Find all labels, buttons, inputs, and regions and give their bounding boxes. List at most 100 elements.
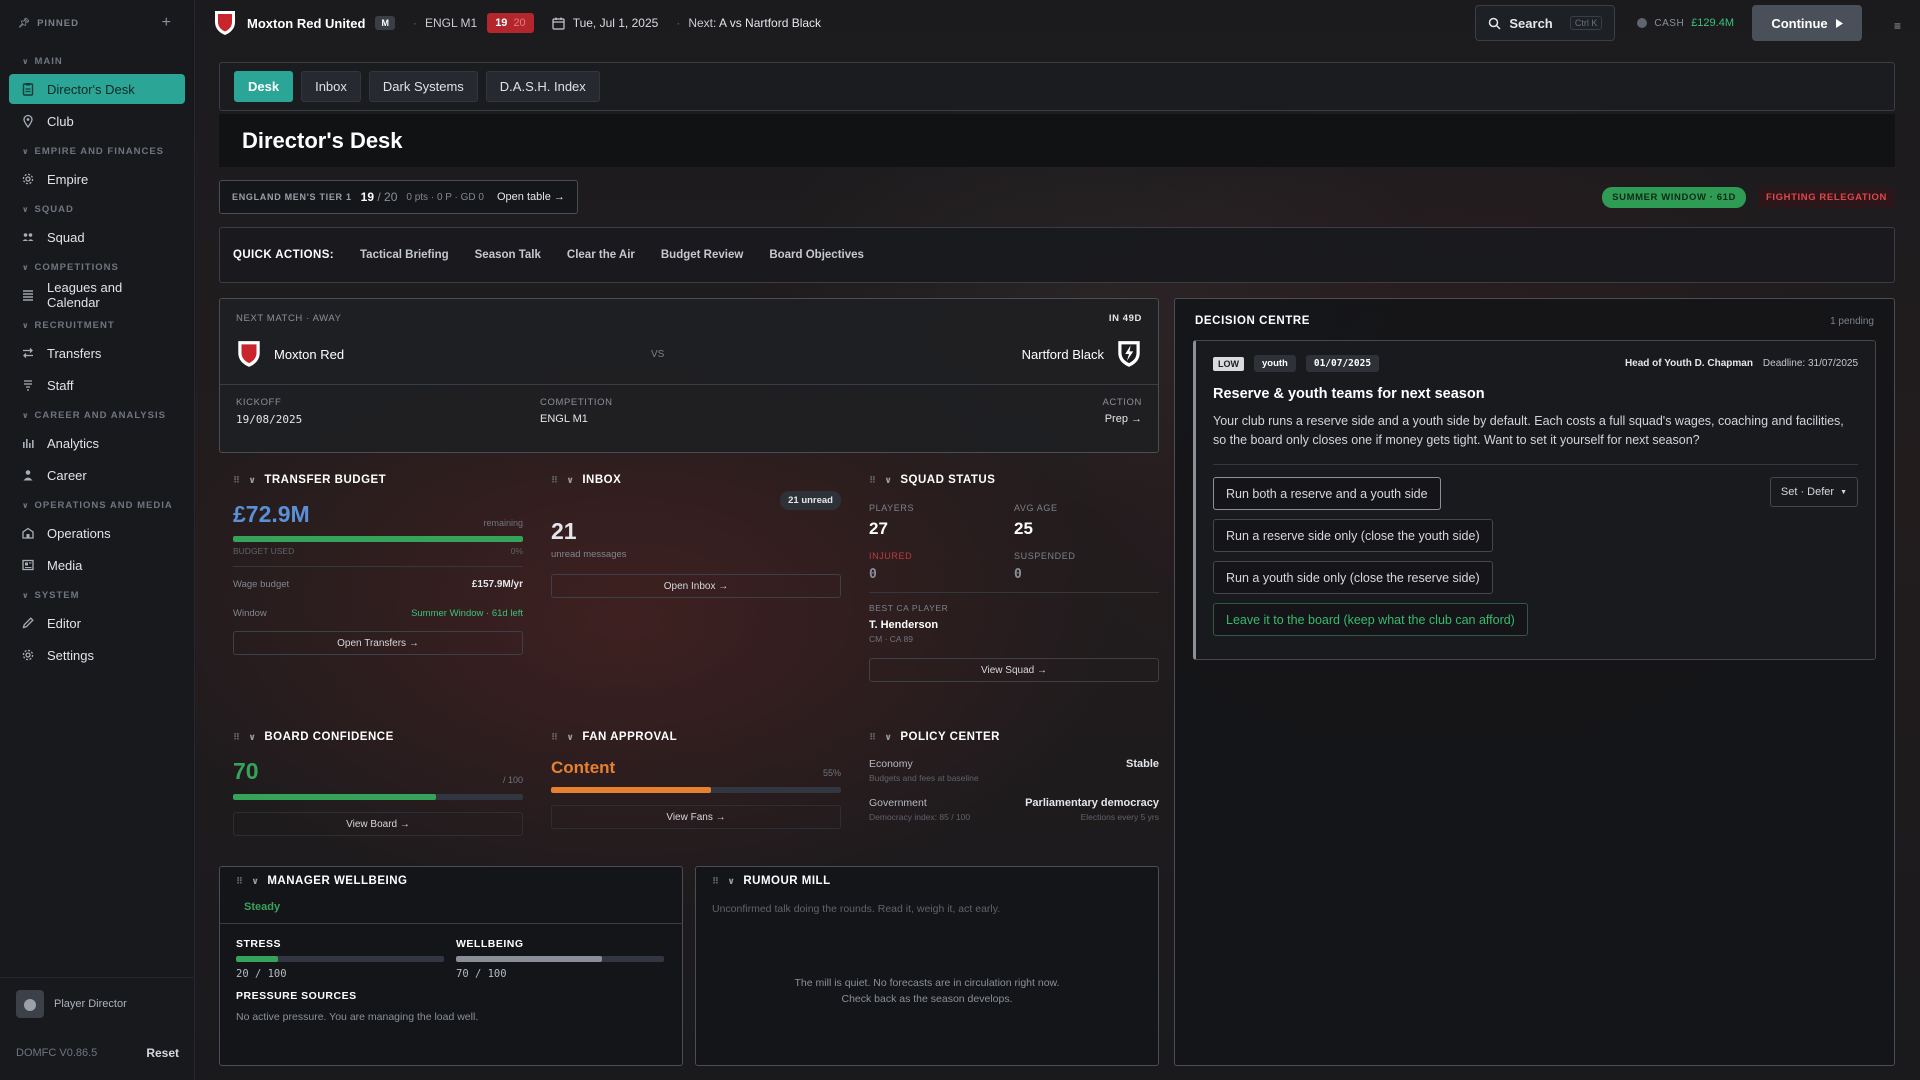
drag-handle-icon[interactable]: ⠿	[236, 876, 244, 887]
drag-handle-icon[interactable]: ⠿	[233, 475, 241, 486]
section-header[interactable]: ∨ OPERATIONS AND MEDIA	[0, 494, 194, 516]
drag-handle-icon[interactable]: ⠿	[233, 732, 241, 743]
sidebar-item-directors-desk[interactable]: Director's Desk	[9, 74, 185, 104]
chevron-down-icon[interactable]: ∨	[885, 475, 893, 486]
coin-icon	[1637, 18, 1648, 28]
sidebar-item-leagues-calendar[interactable]: Leagues and Calendar	[9, 280, 185, 310]
section-label: RECRUITMENT	[34, 319, 115, 331]
quick-action-tactical-briefing[interactable]: Tactical Briefing	[360, 249, 449, 261]
prep-link[interactable]: Prep →	[1103, 413, 1142, 425]
decision-subject: Reserve & youth teams for next season	[1213, 386, 1485, 402]
category-tag: youth	[1254, 355, 1296, 372]
open-transfers-button[interactable]: Open Transfers →	[233, 631, 523, 655]
best-player-meta: CM · CA 89	[869, 634, 913, 644]
decision-centre: DECISION CENTRE 1 pending LOW youth 01/0…	[1174, 298, 1895, 1066]
tab-dash-index[interactable]: D.A.S.H. Index	[485, 71, 600, 102]
current-date: Tue, Jul 1, 2025	[552, 16, 659, 30]
sidebar-item-editor[interactable]: Editor	[9, 608, 185, 638]
tab-dark-systems[interactable]: Dark Systems	[368, 71, 478, 102]
chevron-down-icon[interactable]: ∨	[885, 732, 893, 743]
drag-handle-icon[interactable]: ⠿	[551, 475, 559, 486]
option-both-sides[interactable]: Run both a reserve and a youth side	[1213, 477, 1441, 510]
option-youth-only[interactable]: Run a youth side only (close the reserve…	[1213, 561, 1493, 594]
chevron-down-icon[interactable]: ∨	[567, 475, 575, 486]
chevron-down-icon[interactable]: ∨	[249, 475, 257, 486]
best-player-name[interactable]: T. Henderson	[869, 619, 1159, 631]
sidebar-item-staff[interactable]: Staff	[9, 370, 185, 400]
sidebar-item-label: Staff	[47, 377, 74, 393]
set-defer-dropdown[interactable]: Set · Defer ▼	[1769, 477, 1858, 507]
section-header[interactable]: ∨ EMPIRE AND FINANCES	[0, 140, 194, 162]
position-value: 19	[495, 17, 508, 29]
option-leave-to-board[interactable]: Leave it to the board (keep what the clu…	[1213, 603, 1528, 636]
continue-button[interactable]: Continue	[1752, 5, 1862, 41]
club-crest-icon	[215, 11, 235, 35]
quick-action-clear-the-air[interactable]: Clear the Air	[567, 249, 635, 261]
separator: ·	[676, 16, 681, 30]
view-squad-button[interactable]: View Squad →	[869, 658, 1159, 682]
fan-approval-status: Content	[551, 758, 616, 777]
sidebar-item-settings[interactable]: Settings	[9, 640, 185, 670]
widget-title: INBOX	[582, 474, 622, 486]
user-profile[interactable]: Player Director	[16, 990, 179, 1018]
chevron-down-icon[interactable]: ∨	[728, 876, 736, 887]
menu-icon[interactable]: ≡	[1894, 19, 1902, 33]
chevron-down-icon[interactable]: ∨	[567, 732, 575, 743]
reset-button[interactable]: Reset	[146, 1046, 179, 1060]
date-text: Tue, Jul 1, 2025	[572, 16, 659, 30]
board-confidence-widget: ⠿ ∨ BOARD CONFIDENCE 70 / 100 View Board →	[233, 728, 523, 836]
quick-action-board-objectives[interactable]: Board Objectives	[769, 249, 864, 261]
widget-title: TRANSFER BUDGET	[264, 474, 387, 486]
decision-options: Run both a reserve and a youth side Run …	[1213, 477, 1858, 645]
sidebar-item-analytics[interactable]: Analytics	[9, 428, 185, 458]
drag-handle-icon[interactable]: ⠿	[869, 732, 877, 743]
view-fans-button[interactable]: View Fans →	[551, 805, 841, 829]
sidebar-item-squad[interactable]: Squad	[9, 222, 185, 252]
sidebar-item-empire[interactable]: Empire	[9, 164, 185, 194]
clipboard-icon	[21, 82, 35, 96]
sidebar-item-label: Club	[47, 113, 74, 129]
tab-desk[interactable]: Desk	[234, 71, 294, 102]
drag-handle-icon[interactable]: ⠿	[712, 876, 720, 887]
competition-value: ENGL M1	[540, 413, 588, 425]
search-button[interactable]: Search Ctrl K	[1475, 5, 1616, 41]
fan-approval-widget: ⠿ ∨ FAN APPROVAL Content 55% View Fans →	[551, 728, 841, 829]
section-header[interactable]: ∨ MAIN	[0, 50, 194, 72]
option-reserve-only[interactable]: Run a reserve side only (close the youth…	[1213, 519, 1493, 552]
sidebar-item-club[interactable]: Club	[9, 106, 185, 136]
section-header[interactable]: ∨ COMPETITIONS	[0, 256, 194, 278]
sidebar-item-operations[interactable]: Operations	[9, 518, 185, 548]
unread-badge: 21 unread	[780, 491, 841, 510]
sidebar-item-career[interactable]: Career	[9, 460, 185, 490]
sidebar-footer: Player Director DOMFC V0.86.5 Reset	[0, 977, 195, 1080]
board-confidence-fill	[233, 794, 436, 800]
drag-handle-icon[interactable]: ⠿	[551, 732, 559, 743]
add-pin-button[interactable]: +	[162, 14, 172, 32]
open-inbox-button[interactable]: Open Inbox →	[551, 574, 841, 598]
board-confidence-bar	[233, 794, 523, 800]
sidebar-item-label: Director's Desk	[47, 81, 135, 97]
open-table-link[interactable]: Open table →	[497, 191, 565, 203]
priority-badge: LOW	[1213, 356, 1244, 371]
user-name: Player Director	[54, 998, 127, 1010]
next-fixture[interactable]: Next: A vs Nartford Black	[688, 16, 821, 30]
tab-inbox[interactable]: Inbox	[301, 71, 361, 102]
chevron-down-icon[interactable]: ∨	[249, 732, 257, 743]
quick-action-season-talk[interactable]: Season Talk	[475, 249, 541, 261]
versus-label: VS	[651, 348, 665, 360]
drag-handle-icon[interactable]: ⠿	[869, 475, 877, 486]
budget-used-label: BUDGET USED	[233, 546, 295, 556]
view-board-button[interactable]: View Board →	[233, 812, 523, 836]
sidebar-item-transfers[interactable]: Transfers	[9, 338, 185, 368]
section-header[interactable]: ∨ RECRUITMENT	[0, 314, 194, 336]
quick-actions-bar: QUICK ACTIONS: Tactical Briefing Season …	[219, 227, 1895, 283]
quick-action-budget-review[interactable]: Budget Review	[661, 249, 743, 261]
section-header[interactable]: ∨ CAREER AND ANALYSIS	[0, 404, 194, 426]
chevron-down-icon[interactable]: ∨	[252, 876, 260, 887]
section-header[interactable]: ∨ SQUAD	[0, 198, 194, 220]
home-crest-icon	[238, 341, 260, 367]
sidebar-item-media[interactable]: Media	[9, 550, 185, 580]
pinned-header: 📌︎ PINNED +	[0, 0, 194, 46]
section-header[interactable]: ∨ SYSTEM	[0, 584, 194, 606]
kickoff-label: KICKOFF	[236, 397, 282, 408]
